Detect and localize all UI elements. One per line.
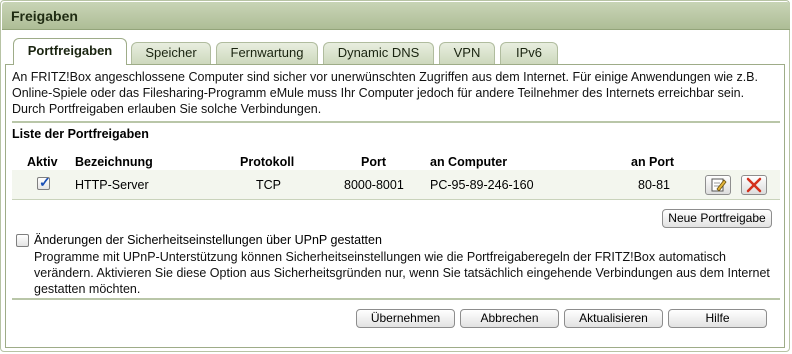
column-header-aktiv: Aktiv xyxy=(27,155,58,169)
edit-button[interactable] xyxy=(705,175,731,195)
tab-panel: An FRITZ!Box angeschlossene Computer sin… xyxy=(5,64,785,348)
tab-portfreigaben[interactable]: Portfreigaben xyxy=(13,38,127,65)
upnp-label: Änderungen der Sicherheitseinstellungen … xyxy=(34,233,382,247)
title-bar: Freigaben xyxy=(2,2,790,30)
row-name: HTTP-Server xyxy=(75,178,149,192)
cancel-button[interactable]: Abbrechen xyxy=(460,309,559,328)
tab-fernwartung[interactable]: Fernwartung xyxy=(216,42,318,64)
help-button[interactable]: Hilfe xyxy=(668,309,767,328)
tab-speicher[interactable]: Speicher xyxy=(131,42,211,64)
refresh-button[interactable]: Aktualisieren xyxy=(564,309,663,328)
tab-vpn[interactable]: VPN xyxy=(439,42,495,64)
upnp-checkbox[interactable] xyxy=(16,234,29,247)
window-title: Freigaben xyxy=(11,8,78,24)
delete-icon xyxy=(746,177,762,193)
tab-ipv6[interactable]: IPv6 xyxy=(500,42,558,64)
row-protocol: TCP xyxy=(256,178,281,192)
column-header-bezeichnung: Bezeichnung xyxy=(75,155,153,169)
tab-dynamic-dns[interactable]: Dynamic DNS xyxy=(323,42,434,64)
column-header-an-computer: an Computer xyxy=(430,155,508,169)
edit-icon xyxy=(711,178,727,192)
separator xyxy=(12,121,780,123)
new-port-forwarding-button[interactable]: Neue Portfreigabe xyxy=(662,209,772,228)
intro-text: An FRITZ!Box angeschlossene Computer sin… xyxy=(12,70,758,116)
column-header-port: Port xyxy=(361,155,386,169)
row-computer: PC-95-89-246-160 xyxy=(430,178,534,192)
row-target-port: 80-81 xyxy=(638,178,670,192)
column-header-an-port: an Port xyxy=(631,155,675,169)
footer-separator xyxy=(12,298,780,300)
apply-button[interactable]: Übernehmen xyxy=(356,309,455,328)
upnp-description: Programme mit UPnP-Unterstützung können … xyxy=(34,250,770,296)
row-port: 8000-8001 xyxy=(344,178,404,192)
delete-button[interactable] xyxy=(741,175,767,195)
row-active-checkbox[interactable]: ✓ xyxy=(37,174,51,190)
column-header-protokoll: Protokoll xyxy=(240,155,295,169)
check-icon: ✓ xyxy=(39,174,51,190)
section-title: Liste der Portfreigaben xyxy=(12,127,149,141)
